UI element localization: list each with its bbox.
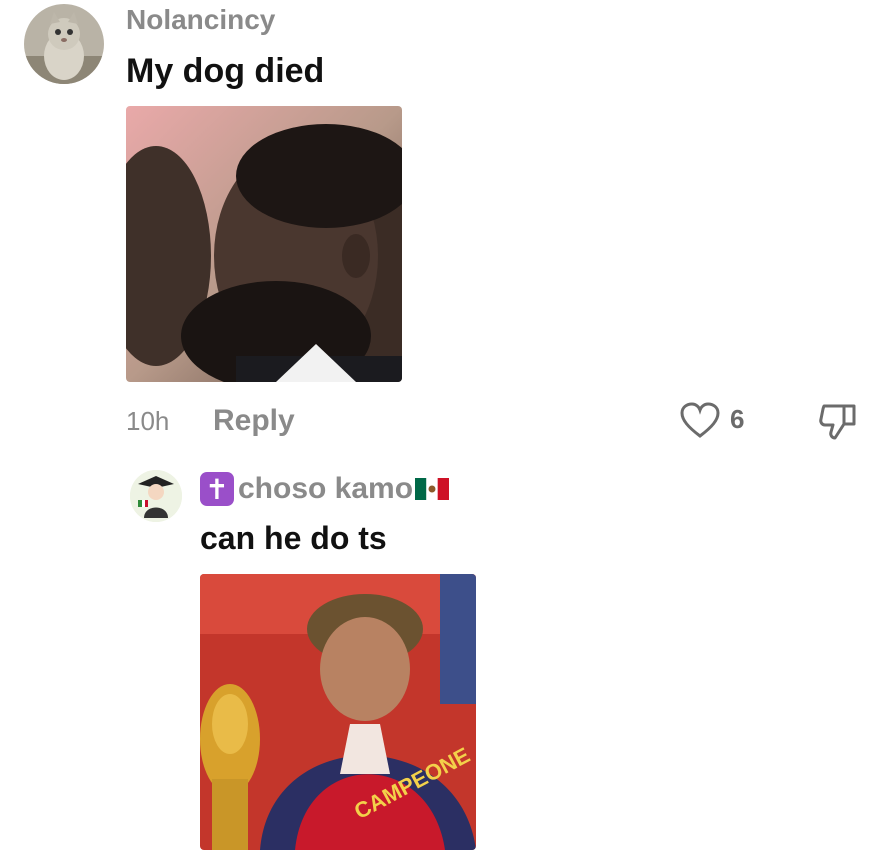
reply-avatar[interactable] bbox=[130, 470, 182, 522]
thumbs-down-icon bbox=[819, 404, 856, 440]
comment-timestamp: 10h bbox=[126, 406, 170, 436]
commenter-avatar[interactable] bbox=[24, 4, 104, 84]
cat-photo-avatar bbox=[24, 4, 104, 84]
like-button[interactable]: 6 bbox=[680, 402, 760, 442]
mexico-flag-emoji bbox=[415, 478, 450, 500]
crying-man-photo bbox=[126, 106, 402, 382]
comment-media[interactable] bbox=[126, 106, 402, 382]
latin-cross-emoji: ✝ bbox=[200, 472, 234, 506]
like-count: 6 bbox=[730, 404, 745, 434]
reply-button[interactable]: Reply bbox=[213, 404, 295, 438]
comment-text: My dog died bbox=[126, 52, 325, 90]
reply-media[interactable]: CAMPEONE bbox=[200, 574, 476, 850]
reply-username-row[interactable]: ✝ choso kamo bbox=[200, 472, 450, 506]
dislike-button[interactable] bbox=[818, 402, 860, 442]
heart-icon bbox=[680, 402, 720, 438]
commenter-username[interactable]: Nolancincy bbox=[126, 4, 275, 36]
reply-username: choso kamo bbox=[238, 472, 414, 505]
player-with-trophy-photo bbox=[200, 574, 476, 850]
reply-text: can he do ts bbox=[200, 520, 387, 556]
character-avatar bbox=[130, 470, 182, 522]
